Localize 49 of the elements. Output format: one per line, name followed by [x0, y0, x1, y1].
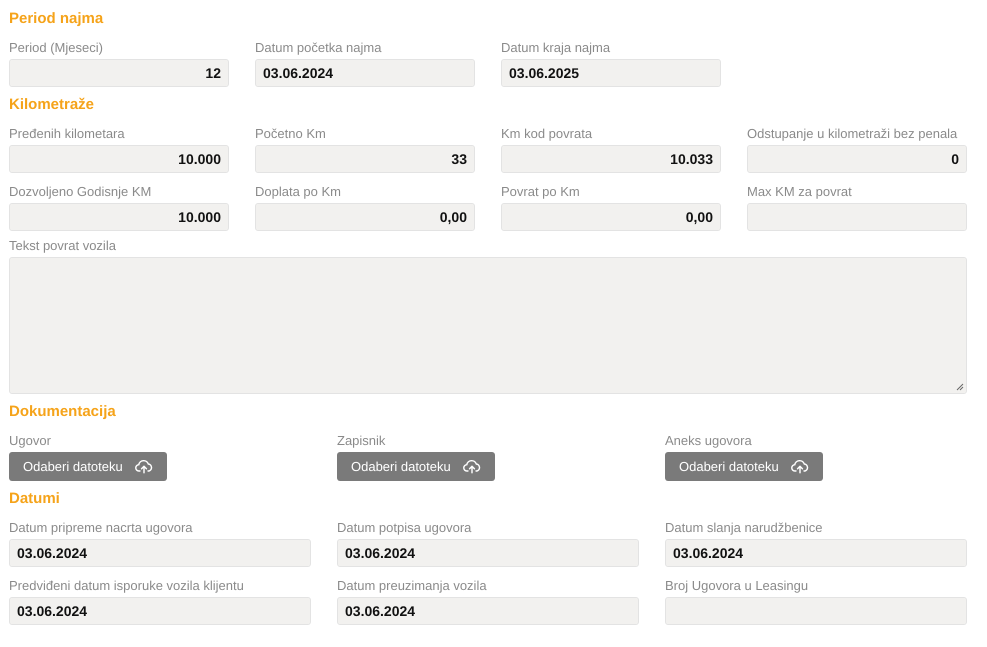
field-label: Max KM za povrat — [747, 184, 852, 200]
input-field[interactable]: 0,00 — [255, 203, 475, 231]
section-heading: Dokumentacija — [9, 403, 117, 421]
field-label: Datum slanja narudžbenice — [665, 520, 823, 536]
input-field[interactable]: 10.000 — [9, 203, 229, 231]
cloud-upload-icon — [462, 459, 481, 474]
field-label: Predviđeni datum isporuke vozila klijentu — [9, 578, 244, 594]
input-field[interactable]: 03.06.2024 — [337, 597, 639, 625]
input-field[interactable]: 03.06.2025 — [501, 59, 721, 87]
field-label: Km kod povrata — [501, 126, 592, 142]
input-field[interactable]: 03.06.2024 — [9, 539, 311, 567]
field-label: Zapisnik — [337, 433, 386, 449]
input-field[interactable]: 03.06.2024 — [337, 539, 639, 567]
section-heading: Period najma — [9, 10, 104, 28]
field-label: Datum početka najma — [255, 40, 382, 56]
input-field[interactable]: 03.06.2024 — [255, 59, 475, 87]
field-label: Datum kraja najma — [501, 40, 610, 56]
input-field[interactable]: 12 — [9, 59, 229, 87]
input-field[interactable]: 10.033 — [501, 145, 721, 173]
field-label: Ugovor — [9, 433, 51, 449]
field-label: Datum pripreme nacrta ugovora — [9, 520, 193, 536]
input-field[interactable]: 0 — [747, 145, 967, 173]
input-field[interactable]: 0,00 — [501, 203, 721, 231]
upload-button[interactable]: Odaberi datoteku — [665, 452, 823, 481]
input-field[interactable]: 03.06.2024 — [665, 539, 967, 567]
field-label: Broj Ugovora u Leasingu — [665, 578, 808, 594]
upload-button[interactable]: Odaberi datoteku — [9, 452, 167, 481]
input-field[interactable]: 10.000 — [9, 145, 229, 173]
resize-handle-icon[interactable] — [956, 383, 964, 391]
field-label: Dozvoljeno Godisnje KM — [9, 184, 152, 200]
field-label: Povrat po Km — [501, 184, 580, 200]
field-label: Pređenih kilometara — [9, 126, 125, 142]
upload-button[interactable]: Odaberi datoteku — [337, 452, 495, 481]
field-label: Period (Mjeseci) — [9, 40, 103, 56]
input-field[interactable]: 03.06.2024 — [9, 597, 311, 625]
field-label: Tekst povrat vozila — [9, 238, 116, 254]
field-label: Odstupanje u kilometraži bez penala — [747, 126, 958, 142]
section-heading: Datumi — [9, 490, 61, 508]
field-label: Početno Km — [255, 126, 326, 142]
field-label: Datum potpisa ugovora — [337, 520, 472, 536]
input-field[interactable] — [665, 597, 967, 625]
section-heading: Kilometraže — [9, 96, 96, 114]
input-field[interactable] — [747, 203, 967, 231]
field-label: Aneks ugovora — [665, 433, 752, 449]
cloud-upload-icon — [790, 459, 809, 474]
field-label: Doplata po Km — [255, 184, 341, 200]
cloud-upload-icon — [134, 459, 153, 474]
field-label: Datum preuzimanja vozila — [337, 578, 487, 594]
input-field[interactable]: 33 — [255, 145, 475, 173]
